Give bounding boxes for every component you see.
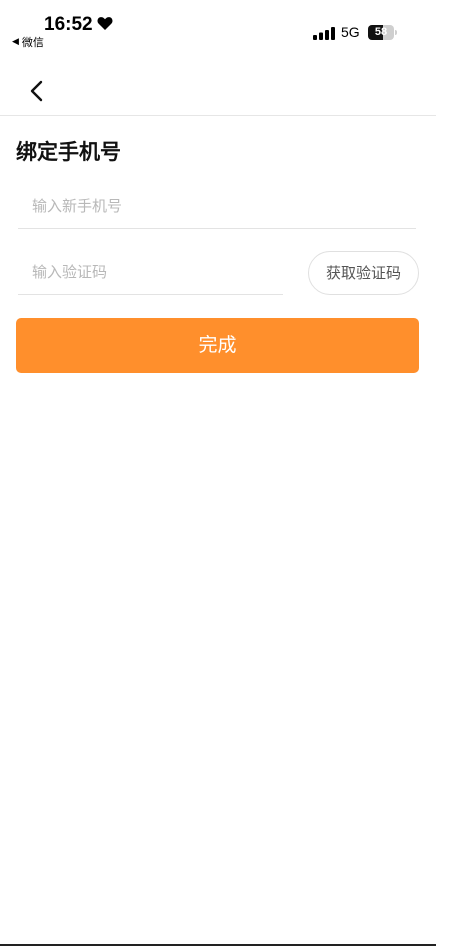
phone-input[interactable] [18,184,416,228]
back-to-app-label: 微信 [21,36,44,49]
back-to-app-link[interactable]: ◀ 微信 [12,34,44,50]
signal-icon [313,27,335,40]
page-title: 绑定手机号 [16,140,121,164]
battery-cap [395,30,397,35]
home-indicator [0,944,436,946]
bind-phone-screen: 16:52 ◀ 微信 5G 58 绑定手机号 输入新手机号 输入验证码 获取验证… [0,0,452,948]
code-field [18,250,283,295]
nav-bar [0,60,436,116]
chevron-left-icon[interactable] [22,76,52,106]
heart-icon [97,17,113,30]
network-type: 5G [341,24,360,40]
status-time: 16:52 [44,14,93,35]
status-bar: 16:52 ◀ 微信 5G 58 [0,0,452,60]
battery-level: 58 [374,26,388,38]
back-to-app-arrow-icon: ◀ [12,37,19,47]
phone-field [18,184,416,229]
submit-button[interactable]: 完成 [16,318,419,373]
get-code-button[interactable]: 获取验证码 [308,251,419,295]
battery-icon: 58 [368,25,398,40]
verification-code-input[interactable] [18,250,283,294]
battery-body: 58 [368,25,394,40]
